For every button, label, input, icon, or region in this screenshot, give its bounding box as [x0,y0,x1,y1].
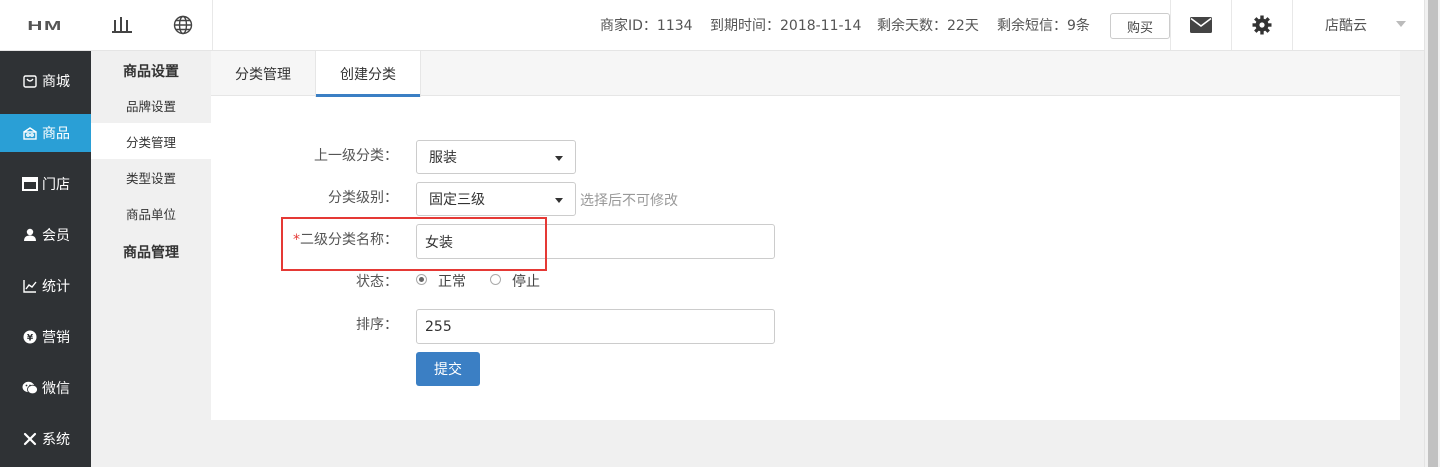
parent-category-select[interactable]: 服装 [416,140,576,174]
main-sidebar: 商城 商品 门店 会员 统计 ¥ 营销 微信 系统 [0,51,91,467]
sub-item-brand[interactable]: 品牌设置 [91,87,211,123]
gear-icon[interactable] [1232,0,1292,50]
chart-icon [22,278,38,294]
wechat-icon [22,380,38,396]
scrollbar[interactable] [1424,0,1440,467]
sidebar-item-system[interactable]: 系统 [0,420,91,458]
tab-bar: 分类管理 创建分类 [211,51,1400,97]
remaining-days: 剩余天数：22天 [877,18,979,34]
sidebar-item-store[interactable]: 商城 [0,62,91,100]
expire-time: 到期时间：2018-11-14 [710,18,862,34]
sub-sidebar: 商品设置 品牌设置 分类管理 类型设置 商品单位 商品管理 [91,51,211,467]
category-level-label: 分类级别： [328,190,398,206]
page-margin [1400,51,1424,467]
top-bar: HM 商家ID：1134 到期时间：2018-11-14 剩余天数：22天 剩余… [0,0,1424,51]
chevron-down-icon [555,156,563,161]
tab-category-manage[interactable]: 分类管理 [211,51,315,96]
tools-icon [22,431,38,447]
chevron-down-icon[interactable] [1396,21,1406,27]
bar-chart-icon[interactable] [91,0,152,50]
status-stop-label[interactable]: 停止 [512,271,540,291]
required-mark: * [293,232,300,248]
sidebar-item-wechat[interactable]: 微信 [0,369,91,407]
sub-section-title[interactable]: 商品设置 [91,61,211,81]
store-icon [22,73,38,89]
divider [1292,0,1293,50]
marketing-icon: ¥ [22,329,38,345]
sort-label: 排序： [356,317,398,333]
status-label: 状态： [356,274,398,290]
status-normal-radio[interactable] [416,274,427,285]
sidebar-item-shop[interactable]: 门店 [0,165,91,203]
goods-icon [22,125,38,141]
category-name-input[interactable] [416,224,775,259]
level-hint: 选择后不可修改 [580,193,678,209]
member-icon [22,227,38,243]
divider [212,0,213,50]
tab-create-category[interactable]: 创建分类 [315,51,421,97]
sidebar-item-stats[interactable]: 统计 [0,267,91,305]
sub-item-unit[interactable]: 商品单位 [91,195,211,231]
sidebar-item-member[interactable]: 会员 [0,216,91,254]
sub-section-title[interactable]: 商品管理 [91,242,211,262]
category-level-select[interactable]: 固定三级 [416,182,576,216]
page-margin [211,420,1400,467]
shop-icon [22,176,38,192]
svg-text:¥: ¥ [27,334,34,344]
sub-item-category[interactable]: 分类管理 [91,123,211,159]
status-normal-label[interactable]: 正常 [438,271,466,291]
merchant-id: 商家ID：1134 [600,18,693,34]
mail-icon[interactable] [1171,0,1231,50]
status-stop-radio[interactable] [490,274,501,285]
category-name-label: *二级分类名称： [293,232,398,248]
parent-category-label: 上一级分类： [314,148,398,164]
chevron-down-icon [555,198,563,203]
scrollbar-thumb[interactable] [1428,0,1438,467]
logo[interactable]: HM [0,0,91,50]
sub-item-type[interactable]: 类型设置 [91,159,211,195]
sidebar-item-goods[interactable]: 商品 [0,114,91,152]
remaining-sms: 剩余短信：9条 [997,18,1090,34]
buy-button[interactable]: 购买 [1110,13,1170,39]
sidebar-item-marketing[interactable]: ¥ 营销 [0,318,91,356]
submit-button[interactable]: 提交 [416,352,480,386]
globe-icon[interactable] [152,0,213,50]
user-name[interactable]: 店酷云 [1325,0,1367,50]
sort-input[interactable] [416,309,775,344]
